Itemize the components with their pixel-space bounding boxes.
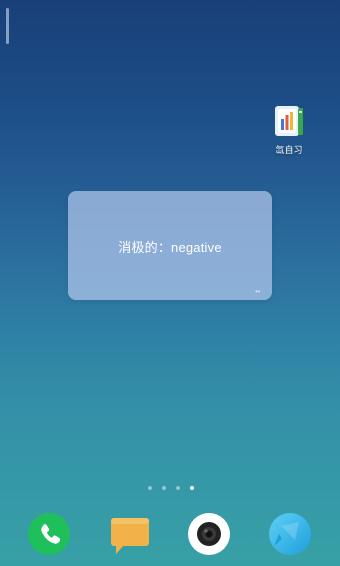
page-dot-active[interactable] bbox=[190, 486, 194, 490]
app-shortcut[interactable]: 氙自习 bbox=[266, 104, 312, 156]
page-dot[interactable] bbox=[162, 486, 166, 490]
word-widget[interactable]: 消极的：negative ↔ bbox=[68, 191, 272, 300]
camera-icon[interactable] bbox=[187, 512, 231, 556]
scroll-indicator bbox=[6, 8, 9, 44]
widget-word-text: 消极的：negative bbox=[118, 240, 222, 255]
page-dot[interactable] bbox=[176, 486, 180, 490]
dock bbox=[0, 505, 340, 555]
browser-icon[interactable] bbox=[268, 512, 312, 556]
app-label: 氙自习 bbox=[275, 145, 303, 155]
messages-icon[interactable] bbox=[108, 512, 152, 556]
resize-icon[interactable]: ↔ bbox=[255, 288, 260, 295]
phone-icon[interactable] bbox=[27, 512, 71, 556]
page-dot[interactable] bbox=[148, 486, 152, 490]
home-screen: 氙自习 消极的：negative ↔ bbox=[0, 0, 340, 566]
app-book-chart-icon[interactable] bbox=[272, 104, 306, 138]
page-indicator bbox=[148, 484, 194, 492]
